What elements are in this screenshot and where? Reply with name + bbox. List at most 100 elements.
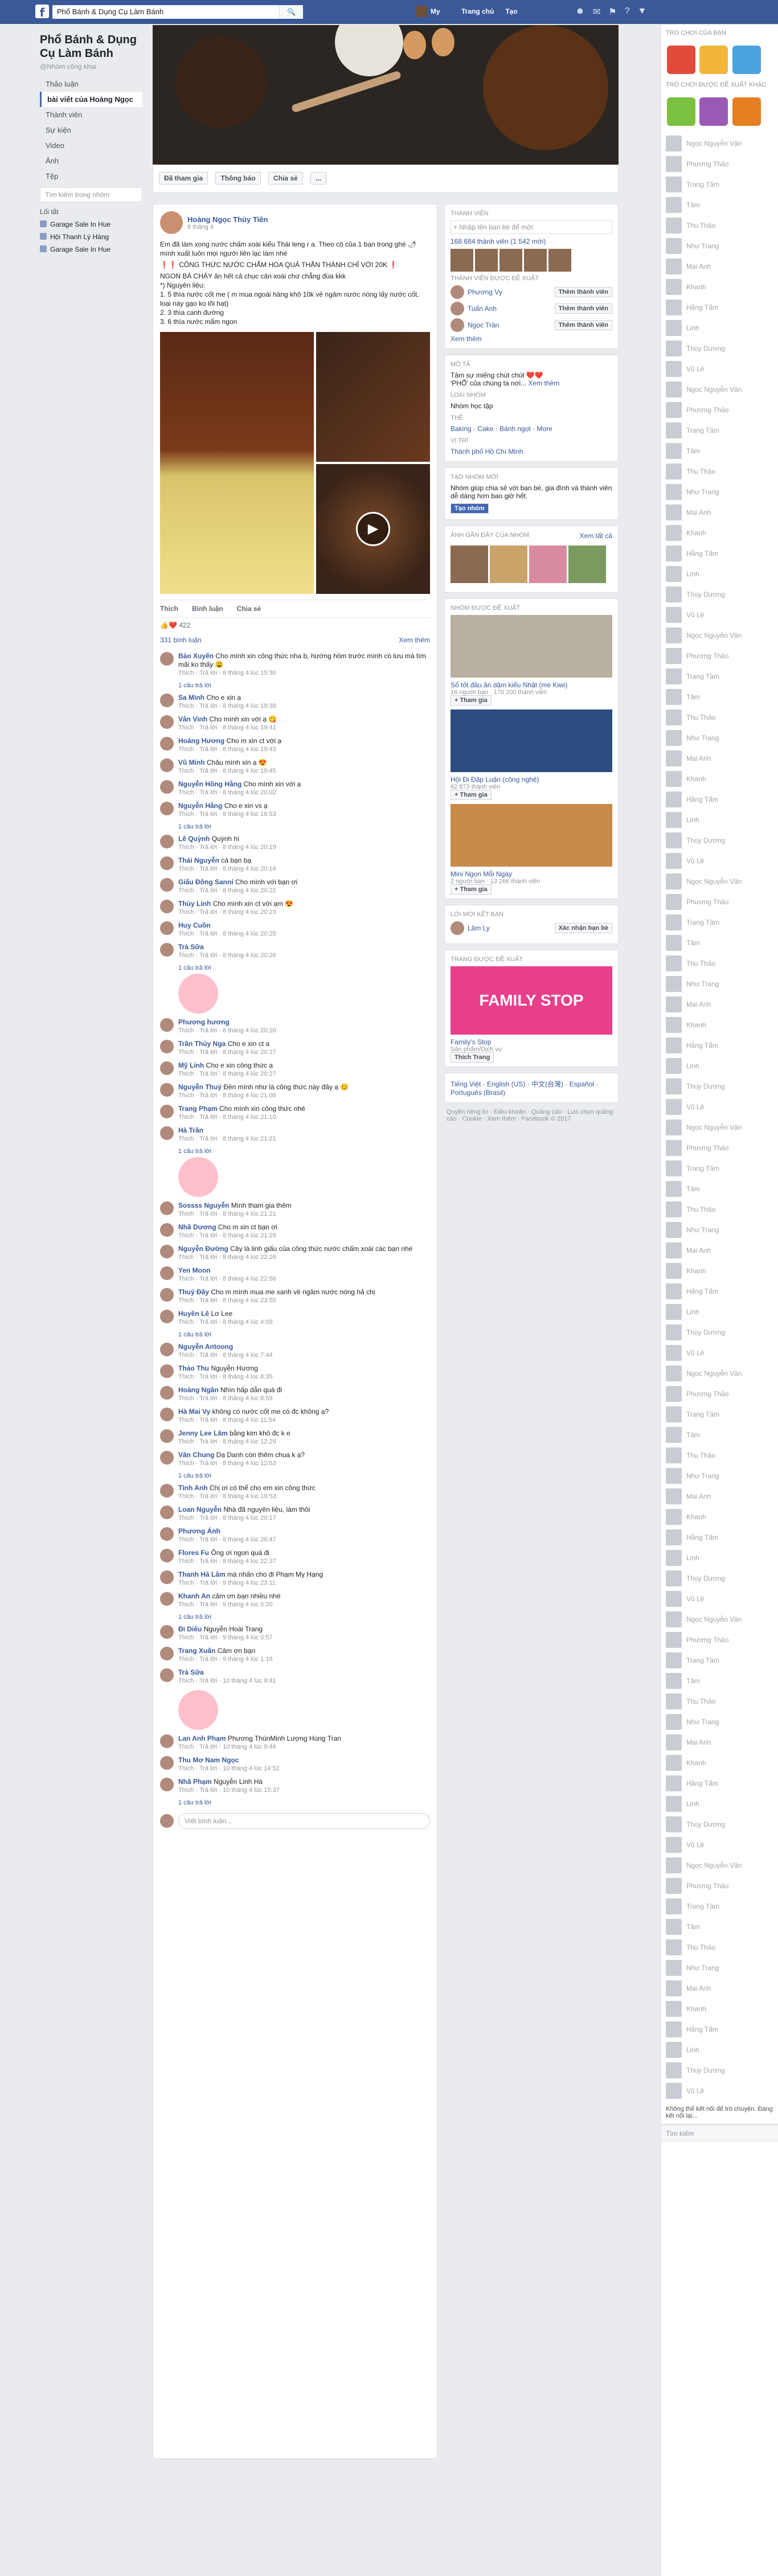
chat-contact[interactable]: Tâm (661, 1179, 778, 1199)
commenter-avatar[interactable] (160, 943, 174, 957)
chat-contact[interactable]: Linh (661, 2040, 778, 2060)
chat-contact[interactable]: Linh (661, 564, 778, 584)
commenter-avatar[interactable] (160, 1105, 174, 1118)
more-button[interactable]: ... (310, 172, 327, 184)
ad-name[interactable]: Family's Stop (451, 1038, 612, 1046)
commenter-name[interactable]: Thái Nguyễn (178, 856, 219, 864)
home-link[interactable]: Trang chủ (461, 7, 494, 15)
group-name[interactable]: Hội Đi Đặp Luận (công nghệ) (451, 776, 612, 784)
commenter-avatar[interactable] (160, 1734, 174, 1748)
comment-meta[interactable]: Thích · Trả lời · 8 tháng 4 lúc 20:19 (178, 843, 276, 852)
members-count[interactable]: 168 684 thành viên (1 542 mới) (451, 237, 612, 245)
play-icon[interactable]: ▶ (356, 512, 390, 546)
group-name[interactable]: Mini Ngon Mỗi Ngày (451, 870, 612, 878)
comment-meta[interactable]: Thích · Trả lời · 9 tháng 4 lúc 0:57 (178, 1634, 273, 1642)
commenter-name[interactable]: Huyền Lê (178, 1310, 209, 1318)
comment-meta[interactable]: Thích · Trả lời · 8 tháng 4 lúc 21:10 (178, 1113, 305, 1122)
commenter-avatar[interactable] (160, 1668, 174, 1682)
nav-files[interactable]: Tệp (40, 169, 142, 184)
chat-contact[interactable]: Thùy Dương (661, 584, 778, 605)
author-avatar[interactable] (160, 211, 183, 234)
post-author[interactable]: Hoàng Ngọc Thùy Tiên (187, 215, 268, 224)
chat-contact[interactable]: Phương Thảo (661, 400, 778, 420)
chat-contact[interactable]: Thùy Dương (661, 1322, 778, 1343)
create-group-button[interactable]: Tạo nhóm (451, 503, 489, 514)
commenter-name[interactable]: Nguyễn Hồng Hằng (178, 780, 241, 788)
chat-contact[interactable]: Thu Thảo (661, 461, 778, 482)
chat-contact[interactable]: Khanh (661, 1507, 778, 1527)
comment-meta[interactable]: Thích · Trả lời · 8 tháng 4 lúc 20:25 (178, 930, 276, 938)
comment-meta[interactable]: Thích · Trả lời · 8 tháng 4 lúc 8:35 (178, 1373, 273, 1381)
chat-contact[interactable]: Mai Anh (661, 1240, 778, 1261)
commenter-name[interactable]: Flores Fu (178, 1549, 209, 1557)
share-post-button[interactable]: Chia sẻ (237, 605, 261, 613)
commenter-avatar[interactable] (160, 1126, 174, 1140)
shortcut-group[interactable]: Garage Sale In Hue (40, 243, 142, 256)
commenter-avatar[interactable] (160, 900, 174, 913)
member-name[interactable]: Tuấn Anh (468, 305, 551, 313)
member-thumb[interactable] (475, 249, 498, 272)
comment-meta[interactable]: Thích · Trả lời · 8 tháng 4 lúc 21:08 (178, 1092, 349, 1100)
nav-photos[interactable]: Ảnh (40, 153, 142, 169)
group-cover[interactable] (451, 709, 612, 772)
search-input[interactable]: Phổ Bánh & Dụng Cụ Làm Bánh (52, 5, 303, 19)
comment-meta[interactable]: Thích · Trả lời · 8 tháng 4 lúc 12:53 (178, 1459, 305, 1468)
comment-meta[interactable]: Thích · Trả lời · 8 tháng 4 lúc 22:56 (178, 1275, 276, 1283)
replies-link[interactable]: 1 câu trả lời (178, 965, 430, 971)
commenter-avatar[interactable] (160, 737, 174, 750)
chat-contact[interactable]: Khanh (661, 769, 778, 789)
chat-search-input[interactable]: Tìm kiếm (661, 2124, 778, 2142)
commenter-name[interactable]: Văn Chung (178, 1451, 214, 1459)
commenter-name[interactable]: Hà Trần (178, 1126, 203, 1134)
chat-contact[interactable]: Ngọc Nguyễn Văn (661, 1363, 778, 1384)
comment-meta[interactable]: Thích · Trả lời · 8 tháng 4 lúc 4:09 (178, 1318, 273, 1327)
comment-meta[interactable]: Thích · Trả lời · 9 tháng 4 lúc 23:11 (178, 1579, 323, 1588)
comment-meta[interactable]: Thích · Trả lời · 9 tháng 4 lúc 1:18 (178, 1655, 273, 1664)
chat-contact[interactable]: Trang Tầm (661, 420, 778, 441)
chat-contact[interactable]: Trang Tầm (661, 1896, 778, 1917)
chat-contact[interactable]: Như Trang (661, 482, 778, 502)
commenter-avatar[interactable] (160, 1266, 174, 1280)
chat-contact[interactable]: Mai Anh (661, 1732, 778, 1753)
commenter-name[interactable]: Nhã Phạm (178, 1778, 212, 1786)
commenter-avatar[interactable] (160, 1223, 174, 1237)
game-tile[interactable] (732, 97, 761, 126)
commenter-avatar[interactable] (160, 1756, 174, 1770)
footer-links[interactable]: Quyền riêng tư · Điều khoản · Quảng cáo … (444, 1109, 619, 1122)
nav-videos[interactable]: Video (40, 138, 142, 153)
chat-contact[interactable]: Tâm (661, 441, 778, 461)
languages[interactable]: Tiếng Việt · English (US) · 中文(台灣) · Esp… (451, 1079, 612, 1097)
commenter-name[interactable]: Loan Nguyễn (178, 1506, 222, 1513)
comment-meta[interactable]: Thích · Trả lời · 8 tháng 4 lúc 19:41 (178, 724, 277, 732)
chat-contact[interactable]: Ngọc Nguyễn Văn (661, 1117, 778, 1138)
comment-meta[interactable]: Thích · Trả lời · 8 tháng 4 lúc 20:23 (178, 908, 293, 917)
chat-contact[interactable]: Mai Anh (661, 748, 778, 769)
chat-contact[interactable]: Khanh (661, 523, 778, 543)
chat-contact[interactable]: Thu Thảo (661, 953, 778, 974)
location-link[interactable]: Thành phố Hồ Chí Minh (451, 448, 612, 456)
replies-link[interactable]: 1 câu trả lời (178, 1331, 430, 1338)
member-thumb[interactable] (524, 249, 547, 272)
join-group-button[interactable]: + Tham gia (451, 884, 492, 895)
nav-events[interactable]: Sự kiện (40, 122, 142, 138)
commenter-avatar[interactable] (160, 921, 174, 935)
see-more-link[interactable]: Xem thêm (451, 335, 612, 343)
nav-discussion[interactable]: Thảo luận (40, 76, 142, 92)
help-icon[interactable]: ? (625, 6, 630, 18)
commenter-avatar[interactable] (160, 1245, 174, 1258)
commenter-name[interactable]: Khanh An (178, 1592, 210, 1600)
comment-meta[interactable]: Thích · Trả lời · 8 tháng 4 lúc 23:55 (178, 1297, 375, 1305)
photo-thumb[interactable] (568, 545, 606, 583)
chat-contact[interactable]: Khanh (661, 1999, 778, 2019)
chat-contact[interactable]: Như Trang (661, 1220, 778, 1240)
chat-contact[interactable]: Trang Tầm (661, 1404, 778, 1425)
commenter-name[interactable]: Phương Ánh (178, 1527, 220, 1535)
chat-contact[interactable]: Hằng Tẩm (661, 297, 778, 318)
commenter-name[interactable]: Lê Quỳnh (178, 835, 210, 843)
game-tile[interactable] (732, 46, 761, 74)
chat-contact[interactable]: Khanh (661, 1261, 778, 1281)
chat-contact[interactable]: Phương Thảo (661, 646, 778, 666)
commenter-name[interactable]: Bảo Xuyến (178, 652, 214, 660)
commenter-name[interactable]: Phương hương (178, 1018, 230, 1026)
commenter-avatar[interactable] (160, 1018, 174, 1032)
